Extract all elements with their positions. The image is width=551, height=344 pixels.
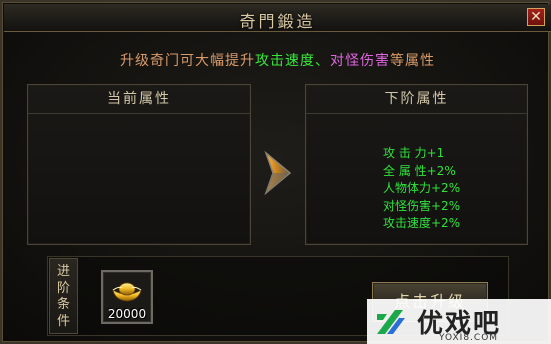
- attribute-stamina: 人物体力+2%: [383, 181, 461, 195]
- required-item-slot[interactable]: 20000: [101, 270, 153, 324]
- forge-window: 奇門鍛造 ✕ 升级奇门可大幅提升攻击速度、对怪伤害等属性 当前属性 下阶属性 攻…: [0, 0, 551, 344]
- watermark-logo-icon: [377, 310, 405, 334]
- current-attributes-panel: 当前属性: [27, 84, 251, 245]
- close-button[interactable]: ✕: [527, 8, 545, 26]
- gold-ingot-icon: [112, 282, 142, 302]
- upgrade-description: 升级奇门可大幅提升攻击速度、对怪伤害等属性: [2, 50, 551, 70]
- attribute-monster-damage: 对怪伤害+2%: [383, 198, 461, 213]
- next-attributes-title: 下阶属性: [306, 85, 527, 114]
- window-title: 奇門鍛造: [239, 12, 316, 31]
- current-attributes-title: 当前属性: [28, 85, 250, 114]
- watermark-url: YOXI8.COM: [439, 333, 499, 343]
- arrow-right-icon: [264, 151, 292, 195]
- description-part-4: 等属性: [390, 53, 435, 69]
- description-highlight-speed: 攻击速度、: [255, 53, 330, 69]
- description-highlight-damage: 对怪伤害: [330, 53, 390, 69]
- next-attributes-panel: 下阶属性 攻 击 力+1 全 属 性+2% 人物体力+2% 对怪伤害+2% 攻击…: [305, 84, 528, 245]
- attribute-attack-speed: 攻击速度+2%: [383, 216, 461, 230]
- attribute-attack: 攻 击 力+1: [383, 146, 445, 160]
- attribute-all-stats: 全 属 性+2%: [383, 163, 456, 178]
- item-count: 20000: [107, 307, 147, 321]
- close-icon: ✕: [530, 9, 542, 25]
- next-attributes-list: 攻 击 力+1 全 属 性+2% 人物体力+2% 对怪伤害+2% 攻击速度+2%: [383, 145, 460, 233]
- title-bar: 奇門鍛造 ✕: [4, 4, 551, 32]
- advance-conditions-label: 进 阶 条 件: [49, 258, 78, 334]
- site-watermark: 优戏吧 YOXI8.COM: [367, 299, 551, 344]
- description-part-1: 升级奇门可大幅提升: [120, 53, 255, 69]
